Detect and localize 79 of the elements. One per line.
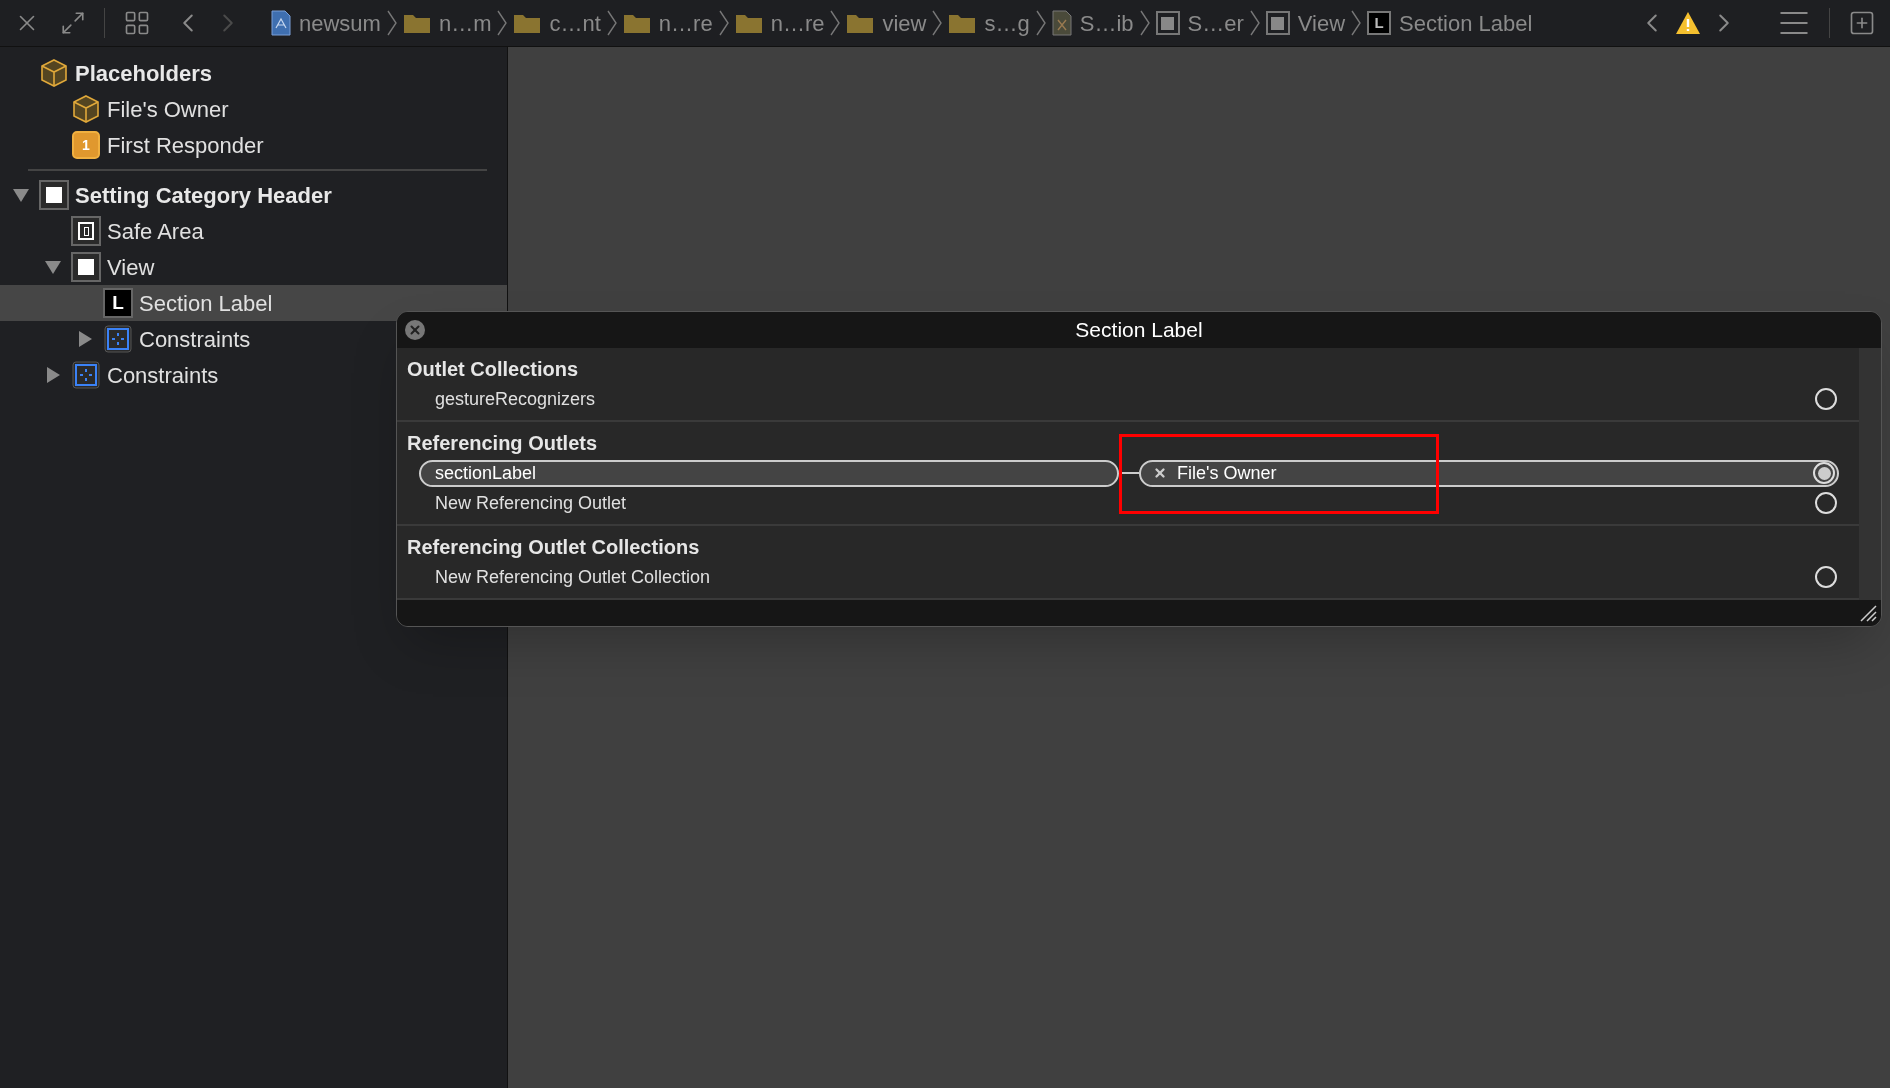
expand-icon[interactable]: [60, 10, 86, 36]
outlet-label: New Referencing Outlet: [435, 491, 627, 515]
remove-icon[interactable]: [1153, 466, 1167, 480]
breadcrumb[interactable]: View: [1265, 6, 1346, 40]
tree-item[interactable]: Constraints: [0, 321, 507, 357]
close-icon[interactable]: [405, 320, 425, 340]
separator-icon: [1035, 10, 1046, 36]
tree-item[interactable]: View: [0, 249, 507, 285]
view-icon: [39, 180, 69, 210]
section-heading: Outlet Collections: [406, 357, 580, 382]
folder-icon: [734, 12, 763, 34]
tree-item-label: Constraints: [107, 361, 219, 390]
tree-item[interactable]: Safe Area: [0, 213, 507, 249]
tree-item[interactable]: 1 First Responder: [0, 127, 507, 163]
popup-title: Section Label: [1075, 317, 1203, 344]
outlet-pill[interactable]: sectionLabel: [419, 459, 1119, 487]
warning-icon[interactable]: [1675, 11, 1701, 35]
disclosure-triangle-icon[interactable]: [12, 186, 30, 204]
cube-icon: 1: [72, 131, 100, 159]
separator-icon: [1139, 10, 1150, 36]
tree-item-label: Section Label: [139, 289, 273, 318]
constraints-icon: [104, 325, 132, 353]
separator-icon: [718, 10, 729, 36]
folder-icon: [846, 12, 875, 34]
section-heading: Referencing Outlets: [406, 431, 599, 456]
breadcrumb[interactable]: view: [846, 6, 927, 40]
breadcrumb[interactable]: n…m: [402, 6, 492, 40]
outlet-label: gestureRecognizers: [435, 387, 596, 411]
tree-item-label: Placeholders: [75, 59, 212, 88]
connection-pill[interactable]: File's Owner: [1139, 459, 1839, 487]
safe-area-icon: [71, 216, 101, 246]
separator-icon: [497, 10, 508, 36]
tree-item-label: View: [107, 253, 155, 282]
document-icon: [1051, 10, 1072, 36]
breadcrumb[interactable]: n…re: [622, 6, 713, 40]
project-file-icon: [271, 10, 291, 36]
breadcrumb[interactable]: s…g: [948, 6, 1030, 40]
separator-icon: [1351, 10, 1362, 36]
breadcrumb[interactable]: S…er: [1155, 6, 1244, 40]
label-icon: L: [103, 288, 133, 318]
tree-item[interactable]: Setting Category Header: [0, 177, 507, 213]
disclosure-triangle-icon[interactable]: [44, 366, 62, 384]
breadcrumb[interactable]: c…nt: [513, 6, 601, 40]
grid-icon[interactable]: [123, 9, 151, 37]
cube-icon: [71, 94, 101, 124]
label-icon: L: [1367, 11, 1392, 35]
tree-item[interactable]: L Section Label: [0, 285, 507, 321]
breadcrumb[interactable]: newsum: [271, 6, 381, 40]
add-editor-icon[interactable]: [1848, 9, 1876, 37]
separator-icon: [932, 10, 943, 36]
tree-item-label: Constraints: [139, 325, 251, 354]
separator-icon: [386, 10, 397, 36]
folder-icon: [948, 12, 977, 34]
folder-icon: [622, 12, 651, 34]
separator-icon: [830, 10, 841, 36]
view-icon: [1265, 11, 1290, 35]
disclosure-triangle-icon[interactable]: [76, 330, 94, 348]
connection-target: File's Owner: [1177, 461, 1277, 485]
tree-item[interactable]: File's Owner: [0, 91, 507, 127]
view-icon: [1155, 11, 1180, 35]
folder-icon: [402, 12, 431, 34]
section-heading: Referencing Outlet Collections: [406, 535, 701, 560]
tree-item-label: First Responder: [107, 131, 264, 160]
outlet-label: New Referencing Outlet Collection: [435, 565, 711, 589]
disclosure-triangle-icon[interactable]: [44, 258, 62, 276]
cube-icon: [39, 58, 69, 88]
separator-icon: [1249, 10, 1260, 36]
tree-item[interactable]: Placeholders: [0, 55, 507, 91]
breadcrumb[interactable]: n…re: [734, 6, 825, 40]
tree-item-label: Safe Area: [107, 217, 204, 246]
resize-handle-icon[interactable]: [1859, 604, 1877, 622]
tree-item-label: File's Owner: [107, 95, 229, 124]
tree-item-label: Setting Category Header: [75, 181, 332, 210]
separator-icon: [606, 10, 617, 36]
breadcrumb[interactable]: L Section Label: [1367, 6, 1533, 40]
breadcrumb[interactable]: S…ib: [1051, 6, 1134, 40]
folder-icon: [513, 12, 542, 34]
view-icon: [71, 252, 101, 282]
constraints-icon: [72, 361, 100, 389]
